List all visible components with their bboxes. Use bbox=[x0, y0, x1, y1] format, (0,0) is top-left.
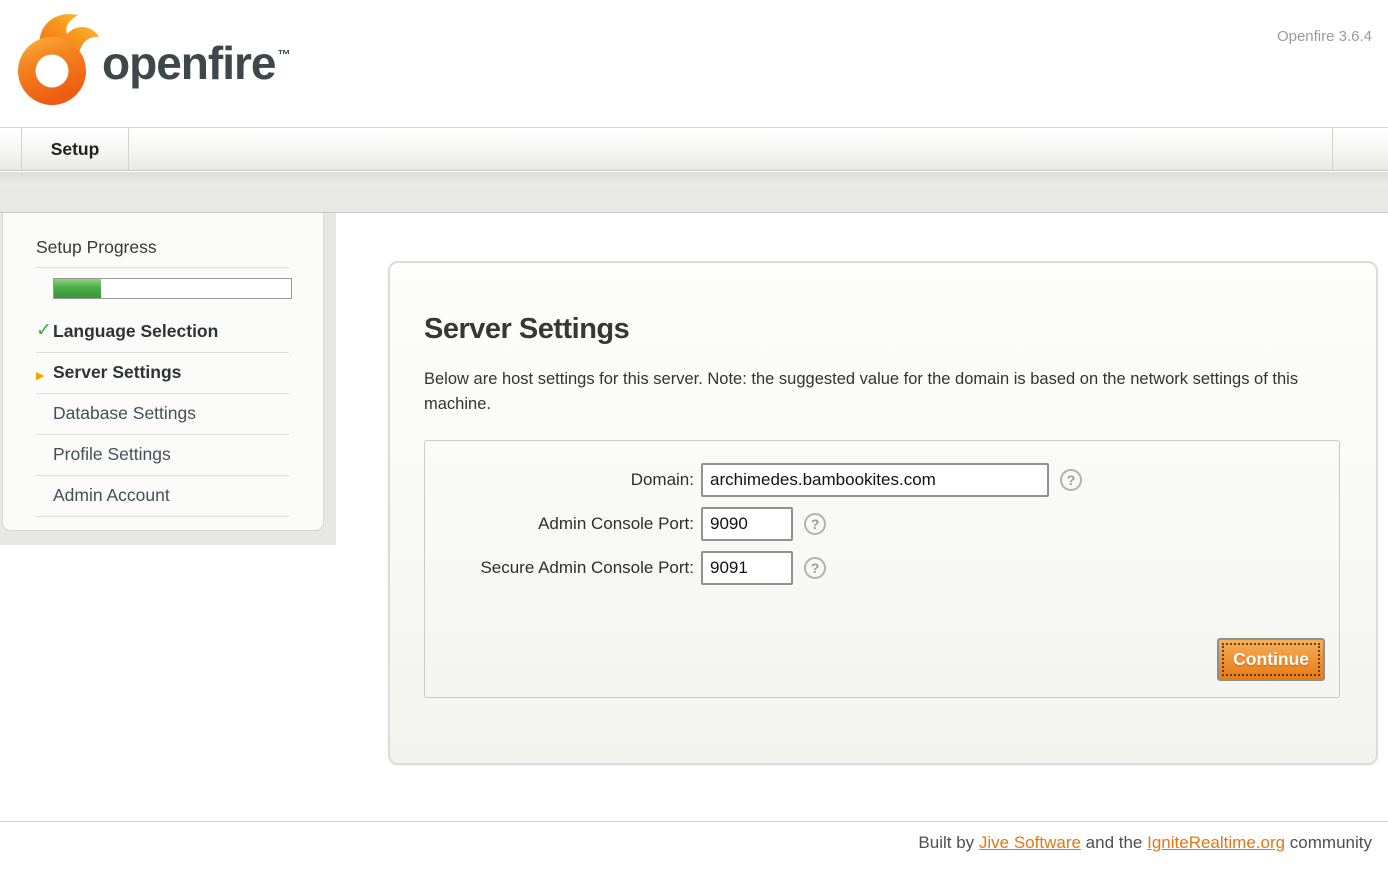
current-step-arrow-icon: ▶ bbox=[36, 366, 53, 387]
help-icon[interactable]: ? bbox=[804, 557, 826, 579]
help-icon[interactable]: ? bbox=[804, 513, 826, 535]
footer-credits: Built by Jive Software and the IgniteRea… bbox=[918, 833, 1372, 853]
server-settings-panel: Server Settings Below are host settings … bbox=[388, 261, 1378, 765]
openfire-logo-icon bbox=[14, 8, 100, 108]
step-database-settings: Database Settings bbox=[36, 394, 289, 435]
domain-label: Domain: bbox=[425, 470, 701, 490]
setup-progress-title: Setup Progress bbox=[36, 237, 289, 268]
tab-separator bbox=[1332, 128, 1333, 170]
step-language-selection: ✓ Language Selection bbox=[36, 312, 289, 353]
setup-progress-fill bbox=[54, 279, 101, 298]
step-profile-settings: Profile Settings bbox=[36, 435, 289, 476]
tab-separator bbox=[128, 128, 129, 170]
openfire-wordmark: openfire™ bbox=[102, 36, 287, 90]
setup-steps-list: ✓ Language Selection ▶ Server Settings D… bbox=[36, 312, 289, 517]
page-description: Below are host settings for this server.… bbox=[424, 367, 1299, 417]
help-icon[interactable]: ? bbox=[1060, 469, 1082, 491]
setup-progress-sidebar: Setup Progress ✓ Language Selection ▶ Se… bbox=[2, 213, 324, 531]
step-admin-account: Admin Account bbox=[36, 476, 289, 517]
server-settings-form: Domain: ? Admin Console Port: ? Secure A… bbox=[424, 440, 1340, 698]
footer-middle: and the bbox=[1081, 833, 1147, 852]
step-server-settings: ▶ Server Settings bbox=[36, 353, 289, 394]
openfire-setup-page: openfire™ Openfire 3.6.4 Setup Setup Pro… bbox=[0, 0, 1388, 876]
domain-input[interactable] bbox=[701, 463, 1049, 497]
form-actions: Continue bbox=[425, 638, 1325, 681]
sub-navigation-bar bbox=[0, 172, 1388, 213]
secure-admin-console-port-input[interactable] bbox=[701, 551, 793, 585]
step-label: Database Settings bbox=[53, 403, 196, 423]
header: openfire™ Openfire 3.6.4 bbox=[0, 0, 1388, 127]
continue-button[interactable]: Continue bbox=[1217, 638, 1325, 681]
footer-suffix: community bbox=[1285, 833, 1372, 852]
admin-console-port-input[interactable] bbox=[701, 507, 793, 541]
step-label: Profile Settings bbox=[53, 444, 171, 464]
version-label: Openfire 3.6.4 bbox=[1277, 28, 1372, 45]
admin-console-port-label: Admin Console Port: bbox=[425, 514, 701, 534]
page-title: Server Settings bbox=[424, 313, 1376, 346]
footer-divider bbox=[0, 821, 1388, 822]
tab-bar: Setup bbox=[0, 127, 1388, 171]
check-icon: ✓ bbox=[36, 320, 53, 341]
step-label: Server Settings bbox=[53, 362, 181, 382]
form-row-domain: Domain: ? bbox=[425, 463, 1325, 497]
step-label: Language Selection bbox=[53, 321, 218, 341]
form-row-secure-port: Secure Admin Console Port: ? bbox=[425, 551, 1325, 585]
footer-prefix: Built by bbox=[918, 833, 978, 852]
jive-software-link[interactable]: Jive Software bbox=[979, 833, 1081, 852]
setup-progress-bar bbox=[53, 278, 292, 299]
continue-button-label: Continue bbox=[1222, 643, 1320, 676]
form-row-admin-port: Admin Console Port: ? bbox=[425, 507, 1325, 541]
tab-setup[interactable]: Setup bbox=[22, 128, 128, 170]
trademark-symbol: ™ bbox=[277, 47, 289, 62]
step-label: Admin Account bbox=[53, 485, 170, 505]
secure-admin-console-port-label: Secure Admin Console Port: bbox=[425, 558, 701, 578]
igniterealtime-link[interactable]: IgniteRealtime.org bbox=[1147, 833, 1285, 852]
